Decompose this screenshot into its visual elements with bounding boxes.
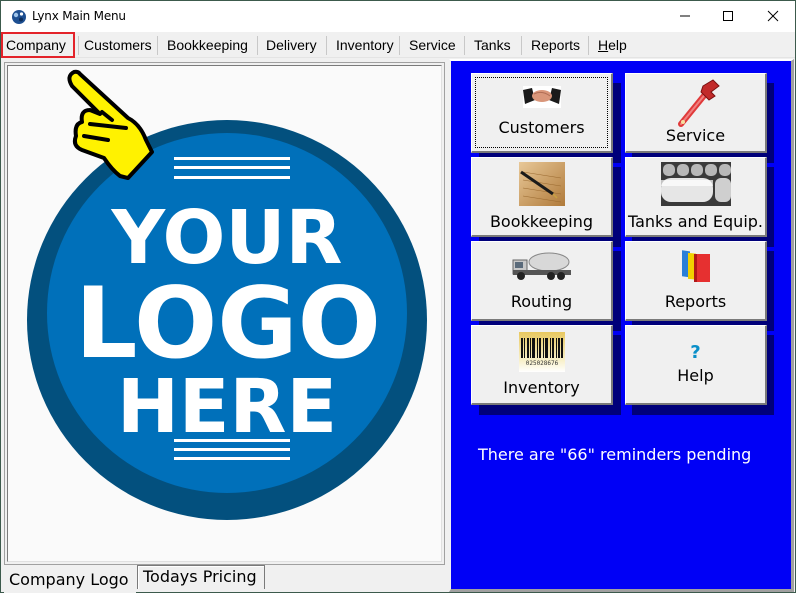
menu-separator — [157, 36, 158, 55]
menu-tanks[interactable]: Tanks — [469, 32, 516, 58]
help-tile-button[interactable]: ? Help — [625, 325, 767, 405]
tanks-equip-tile-label: Tanks and Equip. — [627, 212, 764, 231]
question-mark-icon: ? — [690, 342, 701, 363]
menu-service[interactable]: Service — [404, 32, 461, 58]
menu-separator — [257, 36, 258, 55]
menu-separator — [588, 36, 589, 55]
dashboard-panel: Customers Service Bookkeeping Tanks and … — [449, 59, 794, 592]
close-icon — [767, 10, 779, 22]
menu-separator — [326, 36, 327, 55]
maximize-icon — [723, 11, 733, 21]
logo-text-here: HERE — [117, 364, 337, 450]
barcode-digits: 025028676 — [525, 360, 558, 367]
minimize-icon — [680, 15, 690, 17]
handshake-icon — [522, 86, 561, 108]
menu-company[interactable]: Company — [1, 32, 75, 58]
company-logo-panel: YOUR LOGO HERE — [4, 62, 445, 565]
reports-tile-button[interactable]: Reports — [625, 241, 767, 321]
bookkeeping-tile-label: Bookkeeping — [489, 212, 594, 231]
reports-tile-label: Reports — [664, 292, 727, 311]
company-logo: YOUR LOGO HERE — [27, 69, 427, 520]
pen-ledger-icon — [518, 162, 565, 206]
menu-separator — [521, 36, 522, 55]
menu-separator — [399, 36, 400, 55]
menu-reports[interactable]: Reports — [526, 32, 585, 58]
tab-todays-pricing[interactable]: Todays Pricing — [137, 565, 265, 589]
menu-help-mnemonic: H — [598, 37, 609, 53]
inventory-tile-label: Inventory — [503, 378, 580, 397]
minimize-button[interactable] — [662, 1, 708, 31]
service-tile-label: Service — [665, 126, 726, 145]
lynx-app-icon — [12, 10, 26, 24]
maximize-button[interactable] — [705, 1, 751, 31]
logo-image-area: YOUR LOGO HERE — [7, 65, 442, 562]
menu-separator — [464, 36, 465, 55]
tab-company-logo[interactable]: Company Logo — [4, 567, 136, 593]
inventory-tile-button[interactable]: 025028676 Inventory — [471, 325, 613, 405]
service-tile-button[interactable]: Service — [625, 73, 767, 153]
customers-tile-label: Customers — [498, 118, 585, 137]
tanks-equip-tile-button[interactable]: Tanks and Equip. — [625, 157, 767, 237]
menu-help-rest: elp — [608, 37, 627, 53]
colored-books-icon — [681, 250, 710, 282]
main-window: Lynx Main Menu Company Customers Bookkee… — [0, 0, 796, 593]
menu-inventory[interactable]: Inventory — [331, 32, 399, 58]
customers-tile-button[interactable]: Customers — [471, 73, 613, 153]
menu-delivery[interactable]: Delivery — [261, 32, 322, 58]
menu-bookkeeping[interactable]: Bookkeeping — [162, 32, 253, 58]
routing-tile-label: Routing — [510, 292, 573, 311]
propane-tanks-icon — [660, 162, 731, 206]
reminders-pending-text[interactable]: There are "66" reminders pending — [478, 445, 751, 464]
delivery-truck-icon — [512, 252, 571, 280]
title-bar: Lynx Main Menu — [1, 1, 795, 32]
bookkeeping-tile-button[interactable]: Bookkeeping — [471, 157, 613, 237]
pipe-wrench-icon — [678, 79, 720, 127]
routing-tile-button[interactable]: Routing — [471, 241, 613, 321]
menu-bar: Company Customers Bookkeeping Delivery I… — [1, 32, 795, 58]
barcode-icon: 025028676 — [518, 332, 565, 372]
close-button[interactable] — [750, 1, 796, 31]
menu-help[interactable]: Help — [593, 32, 632, 58]
window-title: Lynx Main Menu — [32, 9, 126, 23]
pointing-hand-icon — [67, 69, 154, 180]
menu-customers[interactable]: Customers — [79, 32, 157, 58]
help-tile-label: Help — [677, 366, 714, 385]
